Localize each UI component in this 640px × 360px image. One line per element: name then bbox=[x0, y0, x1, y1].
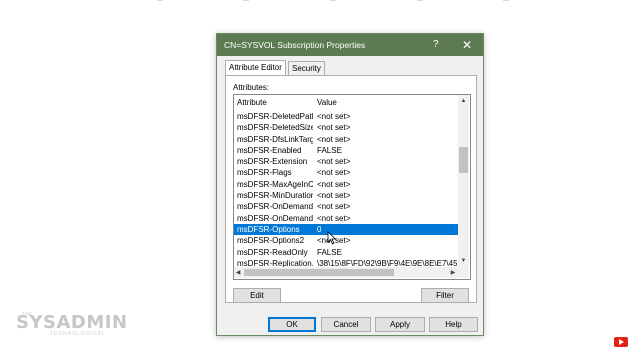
attribute-value: 0 bbox=[317, 224, 322, 234]
attribute-value: <not set> bbox=[317, 179, 351, 189]
close-icon[interactable]: ✕ bbox=[457, 36, 477, 54]
attribute-name: msDFSR-MinDuration... bbox=[237, 191, 313, 201]
attribute-name: msDFSR-DeletedSize... bbox=[237, 123, 313, 133]
dialog-titlebar[interactable]: CN=SYSVOL Subscription Properties ? ✕ bbox=[217, 34, 483, 56]
table-row[interactable]: msDFSR-OnDemand... <not set> bbox=[234, 201, 458, 212]
cancel-button[interactable]: Cancel bbox=[321, 317, 371, 332]
attribute-name: msDFSR-Flags bbox=[237, 168, 292, 178]
tab-security[interactable]: Security bbox=[288, 61, 325, 75]
tab-attribute-editor[interactable]: Attribute Editor bbox=[225, 60, 286, 75]
attribute-value: <not set> bbox=[317, 157, 351, 167]
dialog-title: CN=SYSVOL Subscription Properties bbox=[224, 40, 366, 50]
attribute-editor-panel: Attributes: Attribute Value msDFSR-Delet… bbox=[225, 75, 477, 303]
attribute-name: msDFSR-Options2 bbox=[237, 236, 305, 246]
scroll-down-arrow-icon[interactable]: ▼ bbox=[458, 257, 469, 265]
attribute-name: msDFSR-Enabled bbox=[237, 145, 302, 155]
properties-dialog: CN=SYSVOL Subscription Properties ? ✕ At… bbox=[216, 33, 484, 336]
attribute-name: msDFSR-ReadOnly bbox=[237, 247, 308, 257]
attribute-value: <not set> bbox=[317, 191, 351, 201]
attribute-value: <not set> bbox=[317, 213, 351, 223]
table-row[interactable]: msDFSR-DeletedPath <not set> bbox=[234, 111, 458, 122]
scrollbar-corner bbox=[458, 267, 469, 278]
table-row-selected[interactable]: msDFSR-Options 0 bbox=[234, 223, 458, 236]
table-row[interactable]: msDFSR-MinDuration... <not set> bbox=[234, 190, 458, 201]
help-icon[interactable]: ? bbox=[433, 39, 439, 50]
attribute-value: <not set> bbox=[317, 202, 351, 212]
attribute-name: msDFSR-DfsLinkTarget bbox=[237, 134, 313, 144]
attribute-name: msDFSR-DeletedPath bbox=[237, 112, 313, 121]
attribute-value: FALSE bbox=[317, 247, 342, 257]
table-row[interactable]: msDFSR-DfsLinkTarget <not set> bbox=[234, 134, 458, 145]
background-dash bbox=[243, 0, 249, 1]
scroll-up-arrow-icon[interactable]: ▲ bbox=[458, 97, 469, 105]
horizontal-scrollbar[interactable]: ◀ ▶ bbox=[234, 267, 458, 278]
attribute-value: <not set> bbox=[317, 112, 351, 121]
table-row[interactable]: msDFSR-Extension <not set> bbox=[234, 156, 458, 167]
help-button[interactable]: Help bbox=[429, 317, 478, 332]
attribute-name: msDFSR-Options bbox=[237, 224, 300, 234]
list-header: Attribute Value bbox=[234, 98, 458, 110]
column-header-attribute[interactable]: Attribute bbox=[237, 98, 267, 107]
table-row[interactable]: msDFSR-Enabled FALSE bbox=[234, 145, 458, 156]
table-row[interactable]: msDFSR-MaxAgeInC... <not set> bbox=[234, 179, 458, 190]
watermark-logo: SYSADMIN bbox=[16, 312, 128, 333]
attribute-name: msDFSR-OnDemand... bbox=[237, 202, 313, 212]
attribute-value: FALSE bbox=[317, 145, 342, 155]
ok-button[interactable]: OK bbox=[268, 317, 316, 332]
filter-button[interactable]: Filter bbox=[421, 288, 469, 303]
background-dash bbox=[330, 0, 336, 1]
youtube-subscribe-icon[interactable] bbox=[614, 337, 628, 347]
horizontal-scroll-thumb[interactable] bbox=[244, 269, 394, 276]
column-header-value[interactable]: Value bbox=[317, 98, 337, 107]
table-row[interactable]: msDFSR-Flags <not set> bbox=[234, 167, 458, 178]
attribute-value: <not set> bbox=[317, 168, 351, 178]
attribute-value: <not set> bbox=[317, 123, 351, 133]
attributes-label: Attributes: bbox=[233, 83, 270, 92]
scroll-left-arrow-icon[interactable]: ◀ bbox=[234, 269, 242, 277]
background-dash bbox=[157, 0, 163, 1]
attribute-name: msDFSR-Extension bbox=[237, 157, 308, 167]
vertical-scroll-thumb[interactable] bbox=[459, 147, 468, 173]
scroll-right-arrow-icon[interactable]: ▶ bbox=[449, 269, 457, 277]
background-dash bbox=[417, 0, 423, 1]
mouse-cursor-icon bbox=[327, 231, 337, 245]
watermark-tagline: TECHNOLOGICAL bbox=[50, 331, 106, 337]
attribute-value: <not set> bbox=[317, 236, 351, 246]
vertical-scrollbar[interactable]: ▲ ▼ bbox=[458, 95, 469, 267]
apply-button[interactable]: Apply bbox=[375, 317, 425, 332]
table-row[interactable]: msDFSR-ReadOnly FALSE bbox=[234, 247, 458, 258]
attribute-value: <not set> bbox=[317, 134, 351, 144]
background-dash bbox=[503, 0, 509, 1]
attributes-list[interactable]: Attribute Value msDFSR-DeletedPath <not s… bbox=[233, 94, 471, 280]
table-row[interactable]: msDFSR-OnDemand... <not set> bbox=[234, 213, 458, 224]
table-row[interactable]: msDFSR-Options2 <not set> bbox=[234, 235, 458, 246]
attribute-rows: msDFSR-DeletedPath <not set> msDFSR-Delet… bbox=[234, 111, 458, 269]
table-row[interactable]: msDFSR-DeletedSize... <not set> bbox=[234, 122, 458, 133]
attribute-name: msDFSR-MaxAgeInC... bbox=[237, 179, 313, 189]
attribute-name: msDFSR-OnDemand... bbox=[237, 213, 313, 223]
edit-button[interactable]: Edit bbox=[233, 288, 281, 303]
